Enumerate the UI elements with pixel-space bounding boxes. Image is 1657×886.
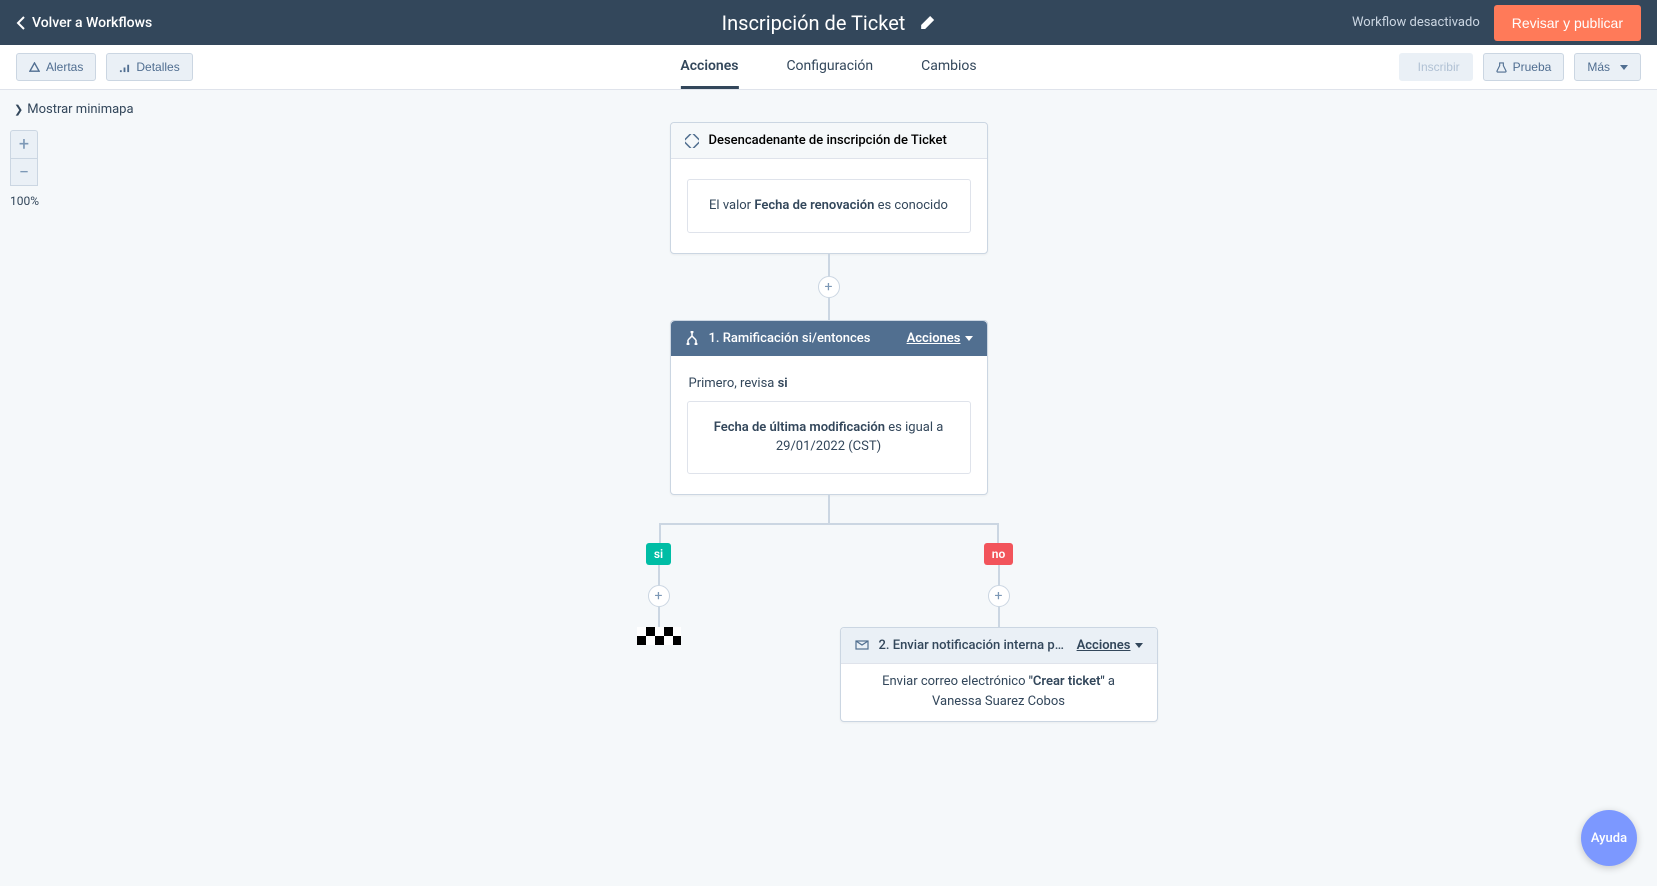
flow: Desencadenante de inscripción de Ticket … [569, 122, 1089, 753]
inscribe-label: Inscribir [1418, 60, 1460, 74]
email-header: 2. Enviar notificación interna po… Accio… [841, 628, 1157, 664]
trigger-icon [685, 134, 699, 148]
branch-actions-label: Acciones [907, 331, 961, 346]
trigger-card[interactable]: Desencadenante de inscripción de Ticket … [670, 122, 988, 254]
email-actions-label: Acciones [1077, 638, 1131, 653]
zoom-out-button[interactable]: − [10, 158, 38, 186]
test-icon [1496, 62, 1507, 73]
add-step-button-1[interactable]: + [818, 276, 840, 298]
chevron-right-icon: ❯ [14, 103, 23, 116]
connector [659, 523, 661, 543]
connector [997, 523, 999, 543]
sec-right: Inscribir Prueba Más [1399, 53, 1641, 81]
connector-h [659, 523, 999, 525]
back-label: Volver a Workflows [32, 15, 152, 31]
add-step-button-no[interactable]: + [988, 585, 1010, 607]
second-bar: Alertas Detalles Acciones Configuración … [0, 45, 1657, 90]
sec-left: Alertas Detalles [16, 53, 193, 81]
email-icon [855, 638, 869, 652]
test-label: Prueba [1513, 60, 1552, 74]
e-pre: Enviar correo electrónico [882, 674, 1029, 689]
branch-condition[interactable]: Fecha de última modificación es igual a … [687, 401, 971, 474]
add-step-button-si[interactable]: + [648, 585, 670, 607]
details-label: Detalles [136, 60, 179, 74]
branch-actions-link[interactable]: Acciones [907, 331, 973, 346]
e-bold: "Crear ticket" [1029, 674, 1105, 689]
end-marker [637, 627, 681, 645]
tab-acciones[interactable]: Acciones [680, 45, 738, 89]
branch-si: si + [637, 543, 681, 645]
bp-bold: si [778, 376, 788, 391]
test-button[interactable]: Prueba [1483, 53, 1565, 81]
t-post: es conocido [874, 198, 948, 213]
title-wrap: Inscripción de Ticket [722, 11, 936, 35]
tab-cambios[interactable]: Cambios [921, 45, 976, 89]
branches: si + no + 2. Enviar notificación interna… [569, 523, 1089, 753]
caret-down-icon [1135, 643, 1143, 648]
connector [828, 495, 830, 523]
trigger-condition[interactable]: El valor Fecha de renovación es conocido [687, 179, 971, 233]
branch-body: Primero, revisa si Fecha de última modif… [671, 356, 987, 494]
email-body: Enviar correo electrónico "Crear ticket"… [841, 664, 1157, 722]
branch-card[interactable]: 1. Ramificación si/entonces Acciones Pri… [670, 320, 988, 495]
edit-icon[interactable] [919, 15, 935, 31]
connector [658, 565, 660, 585]
inscribe-button: Inscribir [1399, 53, 1473, 81]
tag-si[interactable]: si [646, 543, 671, 565]
details-icon [119, 62, 130, 73]
zoom-value: 100% [10, 194, 39, 208]
chevron-left-icon [16, 16, 26, 30]
caret-down-icon [965, 336, 973, 341]
page-title: Inscripción de Ticket [722, 11, 906, 35]
canvas[interactable]: ❯ Mostrar minimapa + − 100% Desencadenan… [0, 90, 1657, 886]
email-actions-link[interactable]: Acciones [1077, 638, 1143, 653]
minimap-label: Mostrar minimapa [27, 102, 133, 117]
trigger-header: Desencadenante de inscripción de Ticket [671, 123, 987, 159]
alerts-button[interactable]: Alertas [16, 53, 96, 81]
connector [998, 565, 1000, 585]
t-pre: El valor [709, 198, 754, 213]
help-button[interactable]: Ayuda [1581, 810, 1637, 866]
tag-no[interactable]: no [984, 543, 1014, 565]
branch-icon [685, 331, 699, 345]
branch-title: 1. Ramificación si/entonces [709, 331, 897, 346]
zoom-in-button[interactable]: + [10, 130, 38, 158]
tab-configuracion[interactable]: Configuración [786, 45, 873, 89]
bp-pre: Primero, revisa [689, 376, 778, 391]
branch-no: no + 2. Enviar notificación interna po… … [840, 543, 1158, 723]
email-card[interactable]: 2. Enviar notificación interna po… Accio… [840, 627, 1158, 723]
tabs: Acciones Configuración Cambios [680, 45, 976, 89]
more-button[interactable]: Más [1574, 53, 1641, 81]
bc-bold: Fecha de última modificación [714, 420, 885, 435]
trigger-body: El valor Fecha de renovación es conocido [671, 159, 987, 253]
branch-header: 1. Ramificación si/entonces Acciones [671, 321, 987, 356]
top-right: Workflow desactivado Revisar y publicar [1352, 5, 1641, 41]
caret-down-icon [1620, 65, 1628, 70]
warning-icon [29, 62, 40, 73]
connector [658, 607, 660, 627]
t-bold: Fecha de renovación [754, 198, 874, 213]
top-bar: Volver a Workflows Inscripción de Ticket… [0, 0, 1657, 45]
details-button[interactable]: Detalles [106, 53, 192, 81]
connector [998, 607, 1000, 627]
publish-button[interactable]: Revisar y publicar [1494, 5, 1641, 41]
minimap-toggle[interactable]: ❯ Mostrar minimapa [14, 102, 134, 117]
email-title: 2. Enviar notificación interna po… [879, 638, 1067, 653]
zoom-controls: + − 100% [10, 130, 39, 208]
connector [828, 254, 830, 276]
trigger-title: Desencadenante de inscripción de Ticket [709, 133, 973, 148]
connector [828, 298, 830, 320]
back-link[interactable]: Volver a Workflows [16, 15, 152, 31]
more-label: Más [1587, 60, 1610, 74]
branch-prompt: Primero, revisa si [687, 376, 971, 391]
alerts-label: Alertas [46, 60, 83, 74]
workflow-status: Workflow desactivado [1352, 15, 1480, 30]
